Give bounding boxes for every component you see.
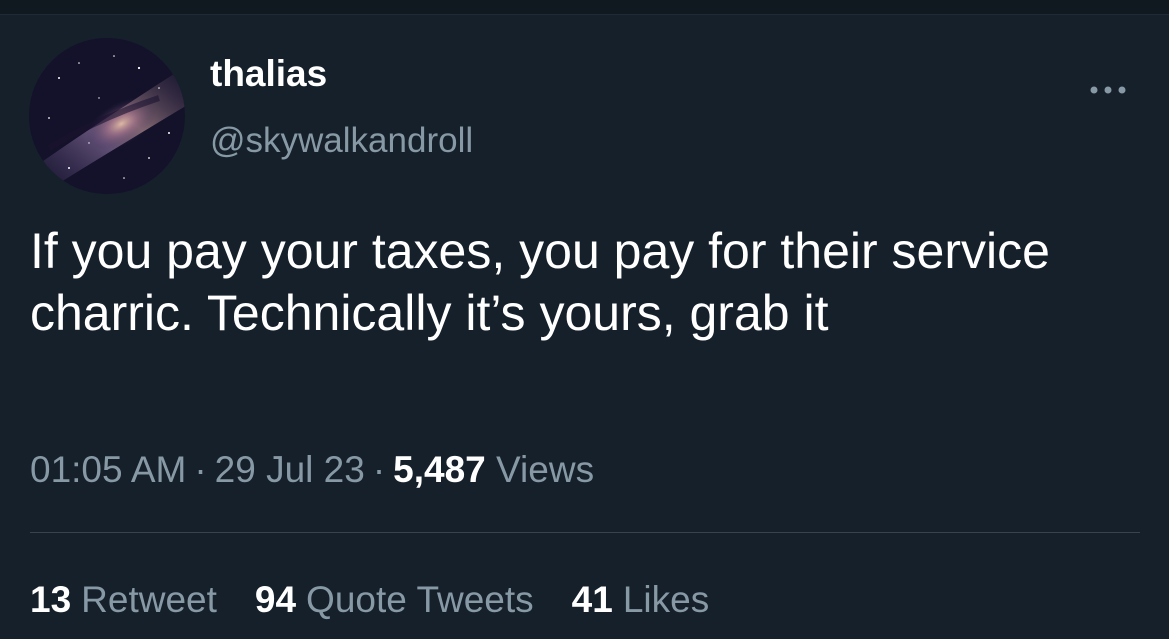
tweet-text: If you pay your taxes, you pay for their… [30,223,1050,341]
quotes-label: Quote Tweets [306,579,534,620]
retweets-stat[interactable]: 13 Retweet [30,577,217,623]
galaxy-avatar-image [29,38,185,194]
retweets-count: 13 [30,579,72,620]
more-options-button[interactable] [1083,75,1133,105]
tweet-card: thalias @skywalkandroll If you pay your … [0,0,1169,639]
meta-separator: · [372,449,386,490]
top-edge [0,0,1169,15]
likes-label: Likes [622,579,710,620]
retweets-label: Retweet [81,579,217,620]
views-label: Views [496,449,595,490]
tweet-date[interactable]: 29 Jul 23 [215,449,365,490]
tweet-meta: 01:05 AM · 29 Jul 23 · 5,487 Views [30,447,594,493]
tweet-time[interactable]: 01:05 AM [30,449,186,490]
likes-stat[interactable]: 41 Likes [572,577,710,623]
engagement-stats: 13 Retweet 94 Quote Tweets 41 Likes [30,577,709,623]
meta-separator: · [194,449,207,490]
divider [30,532,1140,533]
display-name[interactable]: thalias [210,52,327,96]
user-handle[interactable]: @skywalkandroll [210,120,473,162]
quote-tweets-stat[interactable]: 94 Quote Tweets [255,577,534,623]
more-horizontal-icon [1090,86,1126,94]
avatar[interactable] [29,38,185,194]
quotes-count: 94 [254,579,297,620]
views-count: 5,487 [393,449,486,490]
likes-count: 41 [571,579,613,620]
